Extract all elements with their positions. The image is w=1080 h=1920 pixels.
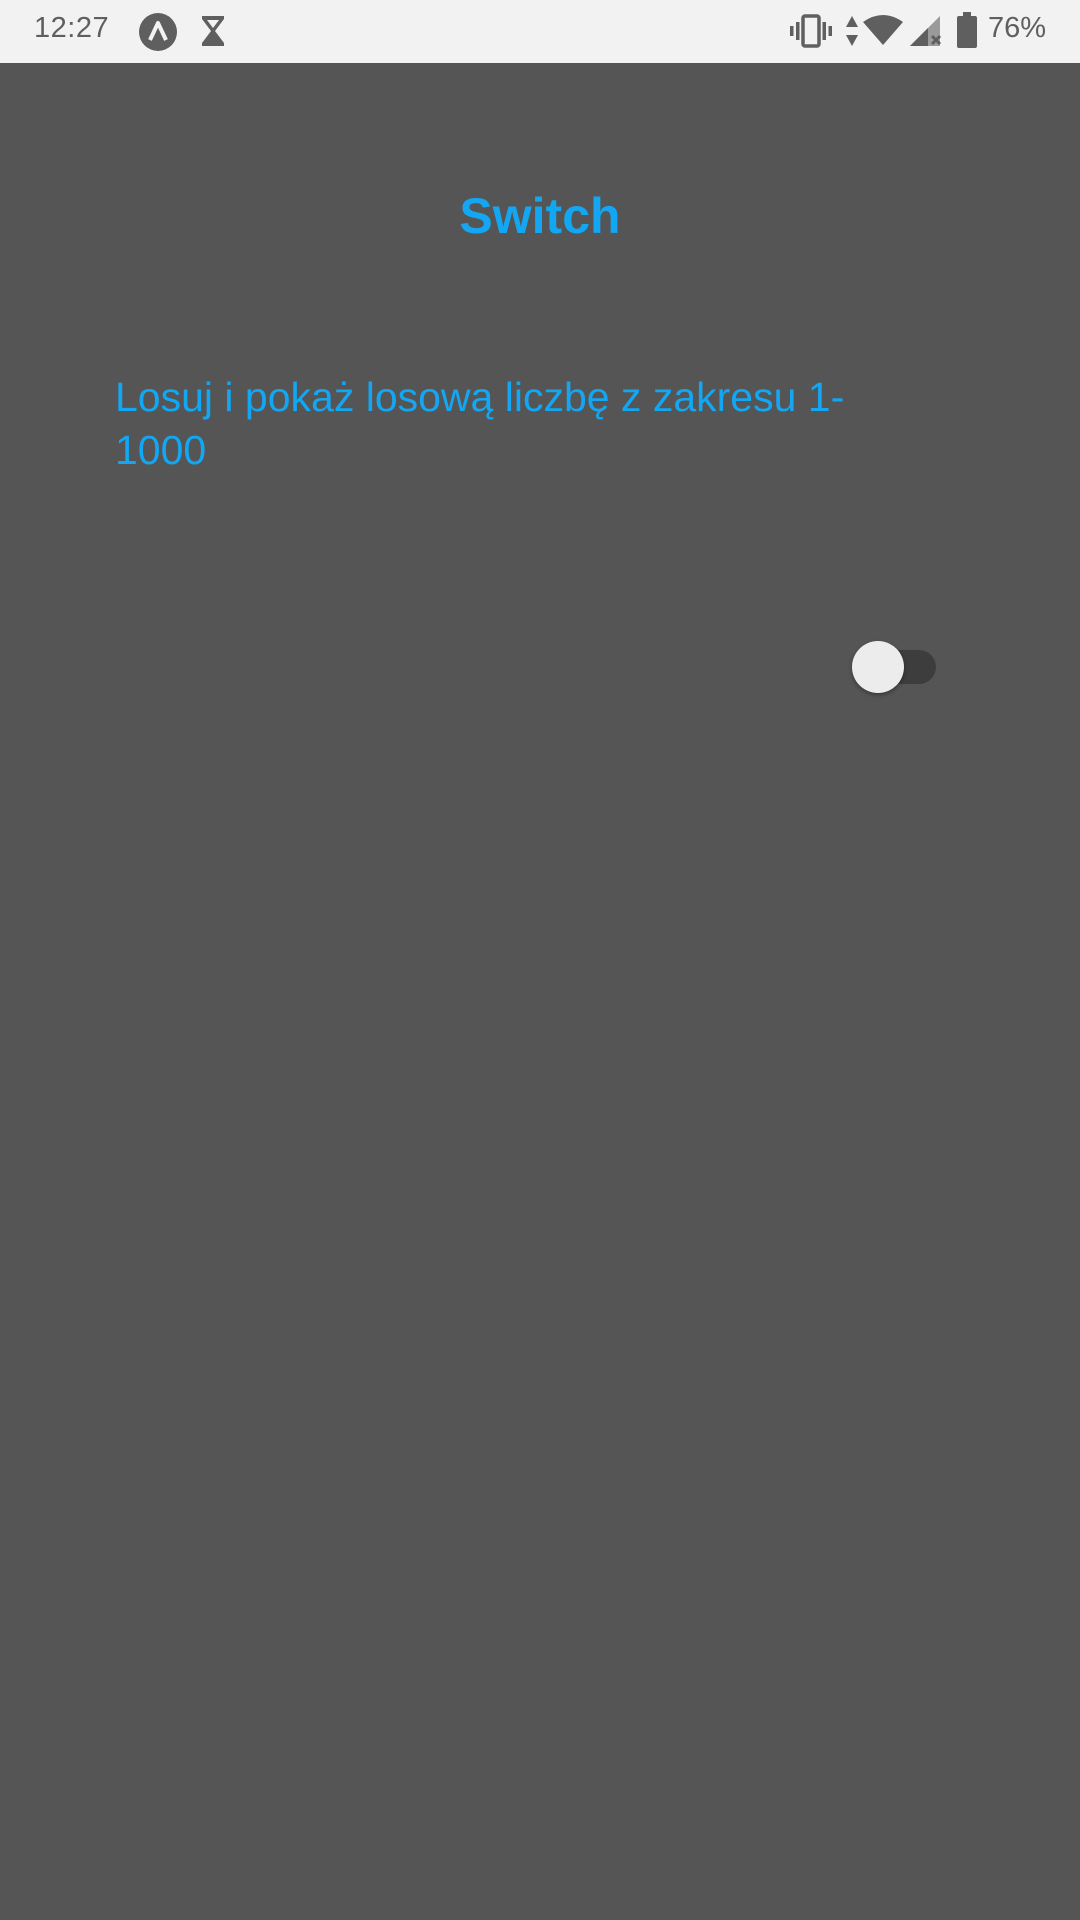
screen-title: Switch <box>459 188 621 244</box>
switch-thumb <box>852 641 904 693</box>
signal-no-service-icon <box>910 16 942 46</box>
app-a-icon <box>139 13 177 51</box>
battery-percentage: 76% <box>987 12 1046 44</box>
hourglass-icon <box>202 16 224 46</box>
battery-icon <box>957 12 977 48</box>
status-time: 12:27 <box>34 12 110 44</box>
random-number-switch[interactable] <box>852 640 938 694</box>
main-screen: Switch Losuj i pokaż losową liczbę z zak… <box>0 63 1080 1920</box>
data-arrows-icon <box>846 16 858 46</box>
vibrate-icon <box>790 14 832 48</box>
wifi-icon <box>863 15 903 45</box>
switch-description: Losuj i pokaż losową liczbę z zakresu 1-… <box>115 374 845 473</box>
status-bar: 12:27 76% <box>0 0 1080 63</box>
